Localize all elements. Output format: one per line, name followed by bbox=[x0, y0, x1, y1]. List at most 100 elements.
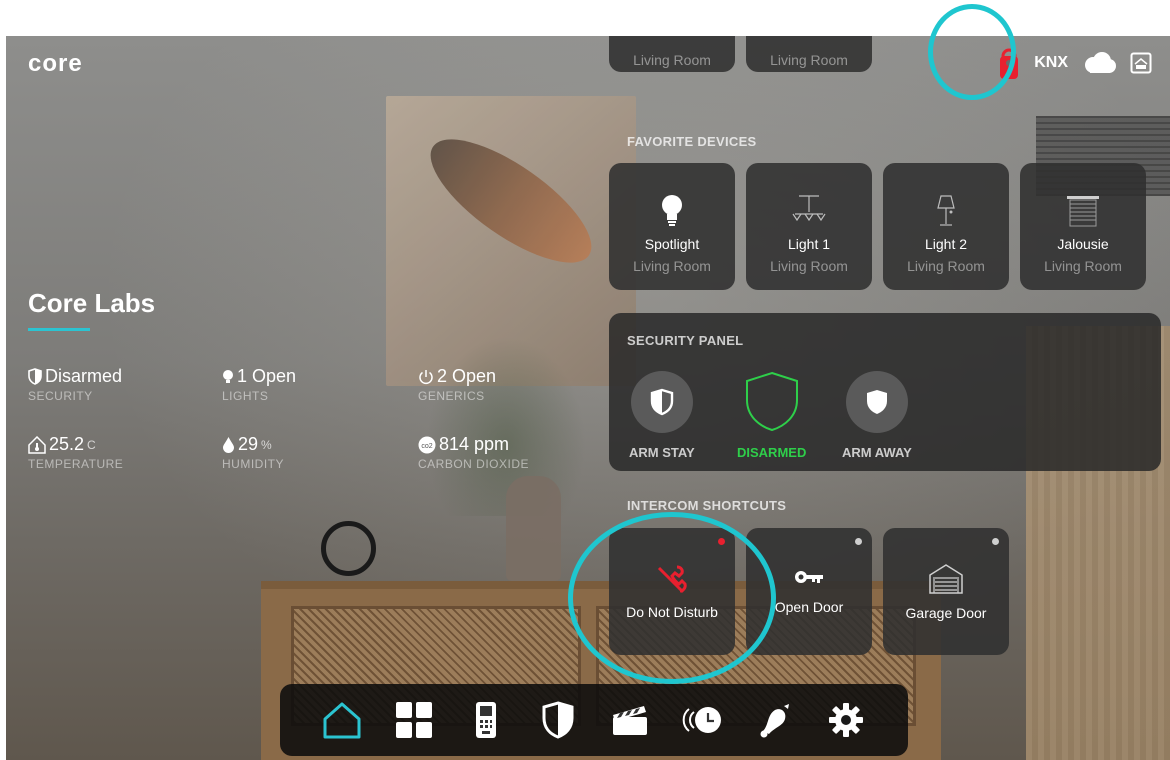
garage-door-tile[interactable]: Garage Door bbox=[883, 528, 1009, 655]
device-room: Living Room bbox=[633, 258, 711, 274]
intercom-panel-icon bbox=[476, 702, 496, 738]
security-panel-title: SECURITY PANEL bbox=[627, 333, 744, 348]
favorite-scene-tile-partial[interactable]: Living Room bbox=[746, 36, 872, 72]
stat-co2: co2 814 ppm CARBON DIOXIDE bbox=[418, 434, 529, 471]
do-not-disturb-icon bbox=[657, 565, 687, 593]
shield-nav-icon bbox=[542, 701, 574, 739]
status-dot bbox=[855, 538, 862, 545]
favorite-scene-tile-partial[interactable]: Living Room bbox=[609, 36, 735, 72]
painting-stroke bbox=[413, 117, 609, 285]
tile-room-label: Living Room bbox=[633, 52, 711, 68]
arm-stay-button[interactable]: ARM STAY bbox=[629, 371, 695, 460]
arm-away-label: ARM AWAY bbox=[842, 445, 912, 460]
nav-intercom[interactable] bbox=[464, 698, 508, 742]
topbar-status: KNX bbox=[998, 46, 1152, 80]
bottom-navigation bbox=[280, 684, 908, 756]
core-logo: core bbox=[28, 50, 83, 77]
humidity-label: HUMIDITY bbox=[222, 457, 284, 471]
nav-security[interactable] bbox=[536, 698, 580, 742]
nav-settings[interactable] bbox=[824, 698, 868, 742]
open-door-tile[interactable]: Open Door bbox=[746, 528, 872, 655]
garage-icon bbox=[929, 563, 963, 594]
chandelier-icon bbox=[792, 195, 826, 222]
intercom-name: Open Door bbox=[774, 598, 844, 615]
device-name: Light 1 bbox=[787, 236, 831, 252]
co2-label: CARBON DIOXIDE bbox=[418, 457, 530, 471]
shield-icon bbox=[28, 368, 42, 385]
clapperboard-icon bbox=[613, 706, 647, 735]
arm-stay-label: ARM STAY bbox=[629, 445, 695, 460]
intercom-shortcuts-title: INTERCOM SHORTCUTS bbox=[627, 498, 787, 513]
nav-scenes[interactable] bbox=[608, 698, 652, 742]
device-room: Living Room bbox=[1044, 258, 1122, 274]
security-label: SECURITY bbox=[28, 389, 93, 403]
device-name: Jalousie bbox=[1057, 236, 1109, 252]
temperature-unit: C bbox=[87, 437, 96, 452]
droplet-icon bbox=[223, 437, 234, 453]
grid-icon bbox=[396, 702, 432, 738]
background-plant bbox=[426, 336, 586, 516]
disarmed-label: DISARMED bbox=[737, 445, 807, 460]
device-name: Light 2 bbox=[924, 236, 968, 252]
nav-dashboard[interactable] bbox=[392, 698, 436, 742]
security-value: Disarmed bbox=[45, 366, 123, 386]
co2-badge-text: co2 bbox=[421, 443, 432, 450]
site-name-underline bbox=[28, 328, 90, 331]
status-dot-red bbox=[718, 538, 725, 545]
knx-label: KNX bbox=[1034, 54, 1068, 71]
nav-timers[interactable] bbox=[680, 698, 724, 742]
temperature-value: 25.2 bbox=[49, 434, 85, 454]
do-not-disturb-tile[interactable]: Do Not Disturb bbox=[609, 528, 735, 655]
disarmed-shield bbox=[740, 369, 804, 433]
device-room: Living Room bbox=[770, 258, 848, 274]
stat-humidity: 29 % HUMIDITY bbox=[222, 434, 284, 471]
disarmed-button[interactable]: DISARMED bbox=[737, 369, 806, 460]
favorite-devices-title: FAVORITE DEVICES bbox=[627, 134, 757, 149]
gateway-icon[interactable] bbox=[1130, 52, 1152, 74]
device-screen: core KNX Core Labs Disarmed SECURITY 1 O… bbox=[6, 36, 1170, 760]
shield-half-icon bbox=[650, 388, 674, 416]
bulb-icon bbox=[662, 195, 682, 226]
blinds-icon bbox=[1067, 196, 1099, 227]
device-name: Spotlight bbox=[644, 236, 700, 252]
tile-room-label: Living Room bbox=[770, 52, 848, 68]
arm-away-circle bbox=[845, 371, 908, 433]
shield-full-icon bbox=[866, 390, 887, 414]
stat-generics: 2 Open GENERICS bbox=[418, 366, 496, 403]
background-vase bbox=[506, 476, 561, 581]
device-tile-jalousie[interactable]: Jalousie Living Room bbox=[1020, 163, 1146, 290]
generics-label: GENERICS bbox=[418, 389, 485, 403]
intercom-name: Garage Door bbox=[905, 604, 987, 621]
dnd-hanger-icon[interactable] bbox=[998, 46, 1020, 80]
timer-clock-icon bbox=[682, 707, 721, 733]
gear-icon bbox=[829, 703, 863, 737]
stat-temperature: 25.2 C TEMPERATURE bbox=[28, 434, 123, 471]
shield-outline-green-icon bbox=[745, 371, 798, 432]
cloud-icon bbox=[1082, 52, 1116, 74]
intercom-name: Do Not Disturb bbox=[626, 603, 718, 620]
site-name: Core Labs bbox=[28, 288, 156, 318]
home-icon bbox=[323, 702, 361, 739]
humidity-value: 29 bbox=[238, 434, 259, 454]
device-tile-light-1[interactable]: Light 1 Living Room bbox=[746, 163, 872, 290]
generics-value: 2 Open bbox=[437, 366, 497, 386]
key-icon bbox=[795, 570, 823, 583]
lights-value: 1 Open bbox=[237, 366, 297, 386]
co2-value: 814 ppm bbox=[439, 434, 510, 454]
co2-badge-icon: co2 bbox=[418, 436, 436, 453]
thermometer-house-icon bbox=[28, 435, 46, 454]
stat-security: Disarmed SECURITY bbox=[28, 366, 122, 403]
security-panel: SECURITY PANEL ARM STAY DISARMED ARM AWA… bbox=[609, 313, 1161, 471]
stat-lights: 1 Open LIGHTS bbox=[222, 366, 296, 403]
nav-alarm[interactable] bbox=[752, 698, 796, 742]
power-icon bbox=[419, 369, 433, 384]
arm-stay-circle bbox=[630, 371, 693, 433]
floor-lamp-icon bbox=[937, 195, 955, 226]
device-room: Living Room bbox=[907, 258, 985, 274]
background-lamp bbox=[321, 521, 376, 576]
device-tile-light-2[interactable]: Light 2 Living Room bbox=[883, 163, 1009, 290]
device-tile-spotlight[interactable]: Spotlight Living Room bbox=[609, 163, 735, 290]
humidity-unit: % bbox=[261, 437, 272, 452]
nav-home[interactable] bbox=[320, 698, 364, 742]
arm-away-button[interactable]: ARM AWAY bbox=[842, 371, 912, 460]
